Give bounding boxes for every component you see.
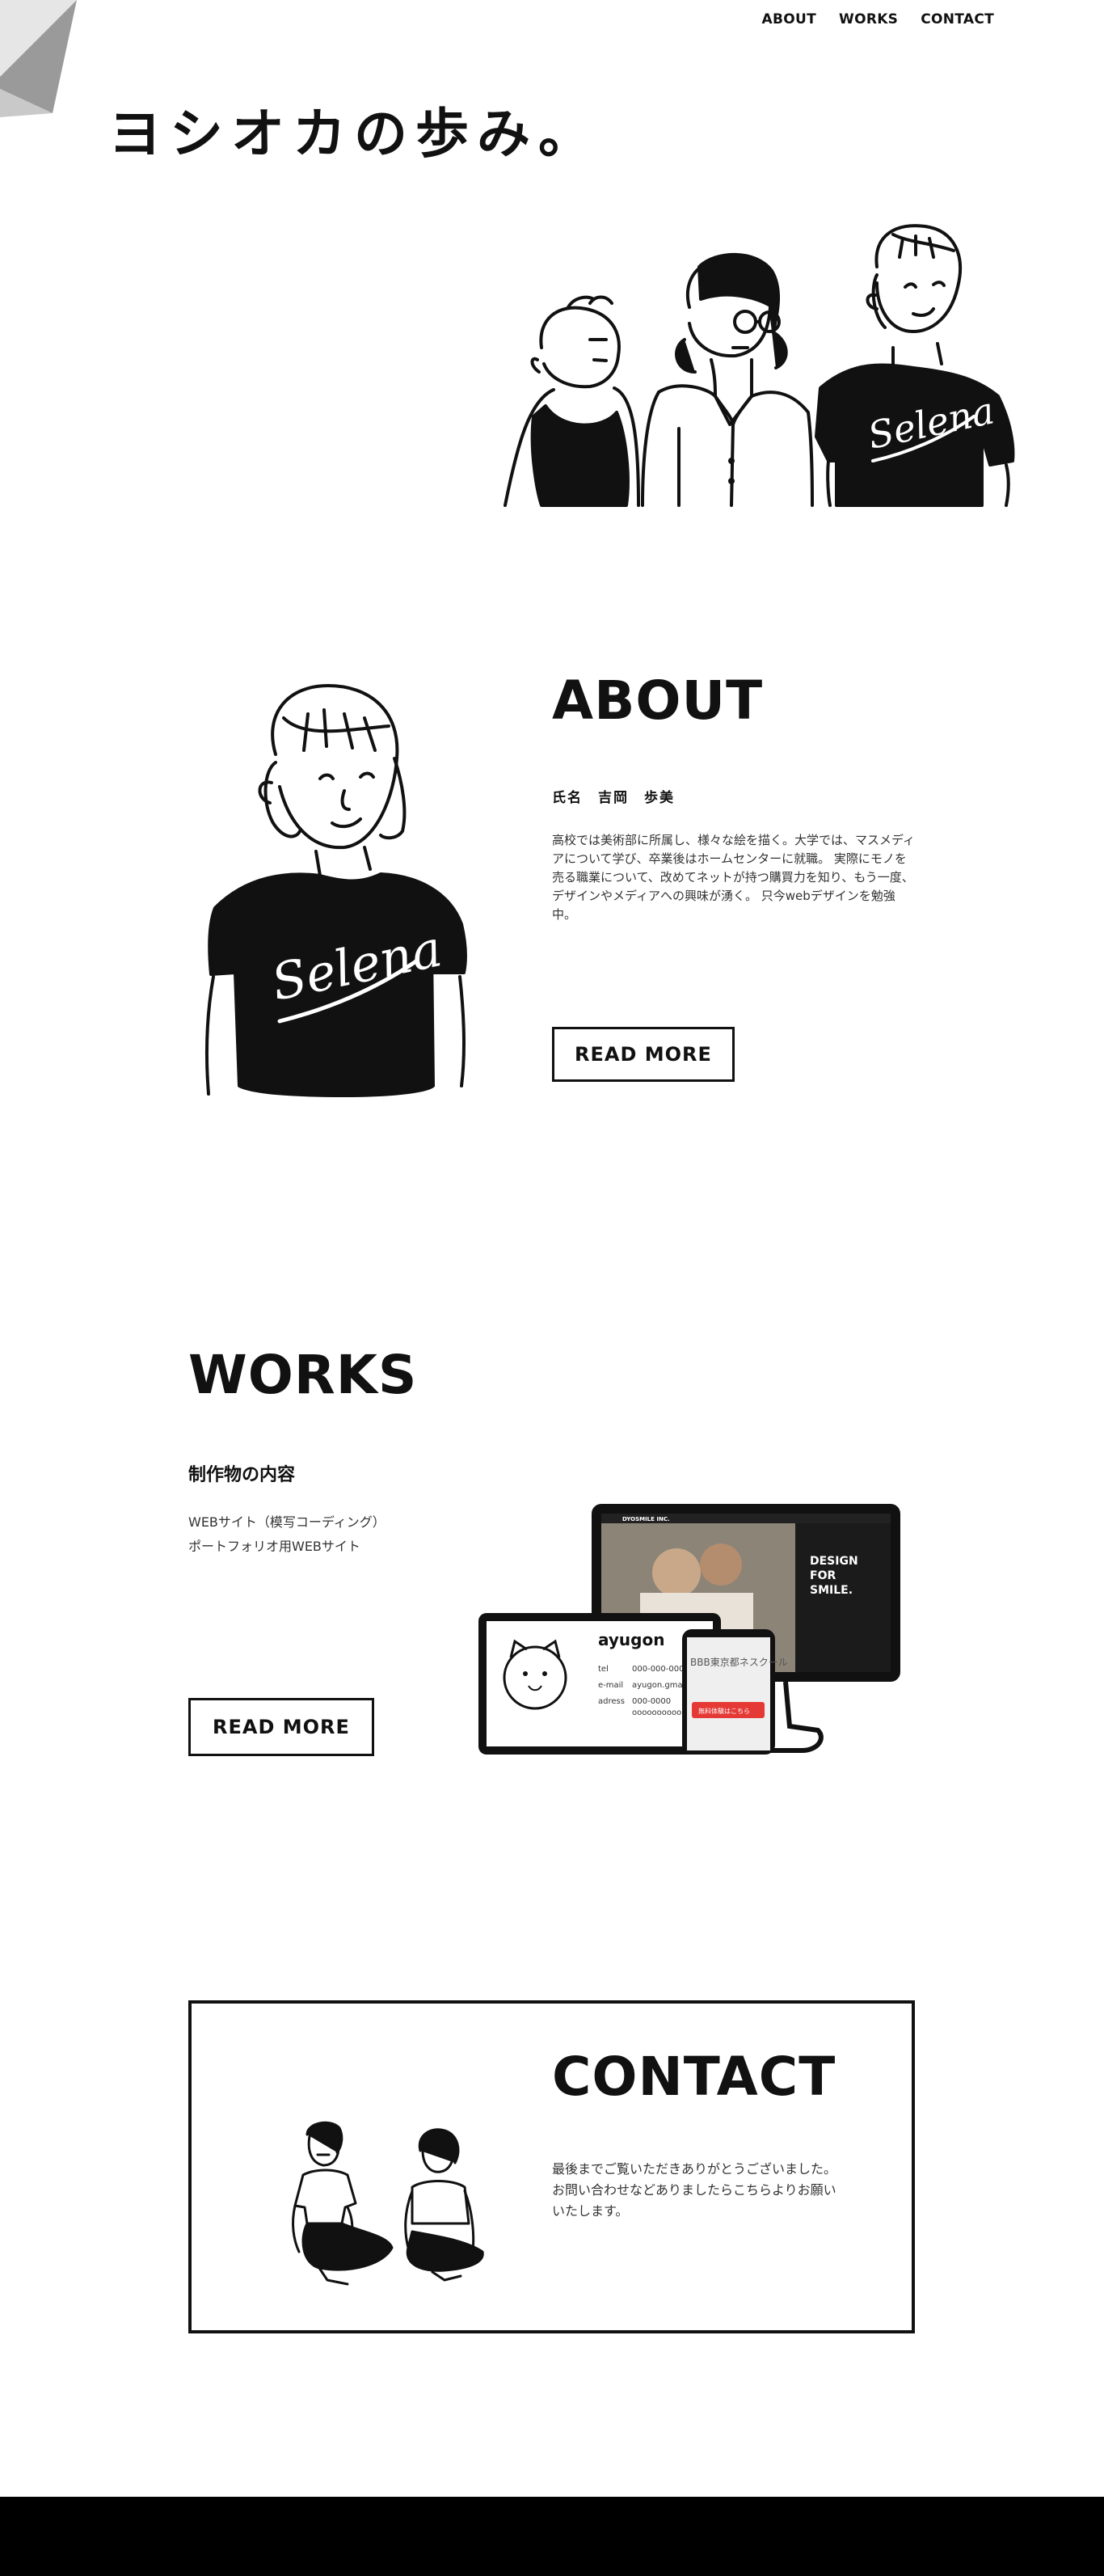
works-device-mockup: DYOSMILE INC. DESIGN FOR SMILE. ayugon t… <box>478 1504 900 1755</box>
card-value: 000-0000 <box>632 1697 671 1706</box>
about-heading: ABOUT <box>552 669 764 732</box>
card-value: 000-000-000 <box>632 1665 684 1674</box>
person-glasses <box>641 252 814 507</box>
about-illustration: Selena <box>205 684 467 1097</box>
monitor-copy-line: SMILE. <box>810 1584 853 1597</box>
person-selena: Selena <box>815 224 1015 507</box>
monitor-copy-line: FOR <box>810 1569 836 1582</box>
about-name: 氏名 吉岡 歩美 <box>552 790 675 806</box>
corner-decoration <box>0 0 77 117</box>
contact-illustration <box>292 2121 484 2286</box>
nav-link-works[interactable]: WORKS <box>839 11 898 27</box>
card-name: ayugon <box>598 1630 664 1649</box>
sitting-man <box>292 2121 394 2286</box>
card-extra: oooooooooo <box>632 1708 681 1717</box>
card-label: adress <box>598 1697 625 1706</box>
contact-text: 最後までご覧いただきありがとうございました。 お問い合わせなどありましたらこちら… <box>552 2161 837 2219</box>
nav-link-about[interactable]: ABOUT <box>762 11 816 27</box>
card-value: ayugon.gma <box>632 1681 683 1690</box>
card-label: tel <box>598 1665 609 1674</box>
footer <box>0 2497 1104 2576</box>
works-heading: WORKS <box>188 1344 418 1406</box>
contact-heading: CONTACT <box>552 2046 836 2108</box>
works-list-item: WEBサイト（模写コーディング） <box>188 1514 386 1530</box>
about-read-more-button[interactable]: READ MORE <box>552 1027 735 1082</box>
phone-text: BBB東京都ネスクール <box>690 1657 788 1668</box>
works-read-more-button[interactable]: READ MORE <box>188 1698 374 1756</box>
person-bald <box>504 295 640 507</box>
phone-button: 無料体験はこちら <box>698 1707 750 1715</box>
monitor-brand: DYOSMILE INC. <box>622 1516 670 1522</box>
top-nav: ABOUT WORKS CONTACT <box>762 11 994 27</box>
hero-illustration: Selena <box>504 224 1015 507</box>
card-label: e-mail <box>598 1681 623 1690</box>
sitting-woman <box>404 2128 484 2282</box>
works-list-item: ポートフォリオ用WEBサイト <box>188 1539 360 1554</box>
about-description: 高校では美術部に所属し、様々な絵を描く。大学では、マスメディアについて学び、卒業… <box>552 833 915 922</box>
monitor-copy-line: DESIGN <box>810 1555 858 1568</box>
phone-mockup: BBB東京都ネスクール 無料体験はこちら <box>682 1629 788 1755</box>
nav-link-contact[interactable]: CONTACT <box>921 11 994 27</box>
works-subheading: 制作物の内容 <box>188 1465 296 1485</box>
works-list: WEBサイト（模写コーディング） ポートフォリオ用WEBサイト <box>188 1510 386 1559</box>
hero-title: ヨシオカの歩み。 <box>108 103 600 165</box>
